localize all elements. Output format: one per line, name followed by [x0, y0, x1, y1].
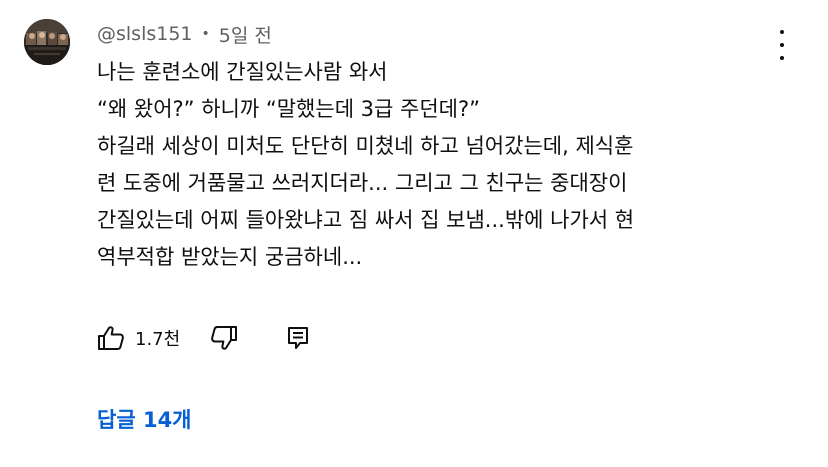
comment-actions: 1.7천	[97, 321, 310, 355]
comment-timestamp[interactable]: 5일 전	[219, 21, 272, 48]
comment-line: 련 도중에 거품물고 쓰러지더라... 그리고 그 친구는 중대장이	[97, 171, 628, 195]
comment-text: 나는 훈련소에 간질있는사람 와서 “왜 왔어?” 하니까 “말했는데 3급 주…	[97, 54, 787, 276]
meta-separator: •	[201, 26, 210, 42]
dislike-button[interactable]	[210, 325, 238, 351]
more-vertical-icon	[780, 30, 784, 34]
comment-line: 나는 훈련소에 간질있는사람 와서	[97, 60, 388, 84]
author-name[interactable]: @slsls151	[97, 23, 193, 45]
comment-meta: @slsls151 • 5일 전	[97, 19, 272, 49]
comment-line: 역부적합 받았는지 궁금하네...	[97, 245, 363, 269]
thumbs-up-icon	[98, 326, 124, 350]
comment-line: 간질있는데 어찌 들아왔냐고 짐 싸서 집 보냄...밖에 나가서 현	[97, 208, 635, 232]
comment-line: 하길래 세상이 미처도 단단히 미쳤네 하고 넘어갔는데, 제식훈	[97, 134, 634, 158]
reply-button[interactable]	[286, 325, 310, 351]
avatar[interactable]	[24, 19, 70, 65]
view-replies-link[interactable]: 답글 14개	[97, 404, 192, 434]
reply-comment-icon	[288, 327, 309, 349]
like-button[interactable]	[97, 325, 125, 351]
user-avatar-photo	[24, 19, 70, 65]
like-count: 1.7천	[135, 329, 181, 350]
thumbs-down-icon	[211, 326, 238, 350]
comment-line: “왜 왔어?” 하니까 “말했는데 3급 주던데?”	[97, 97, 481, 121]
